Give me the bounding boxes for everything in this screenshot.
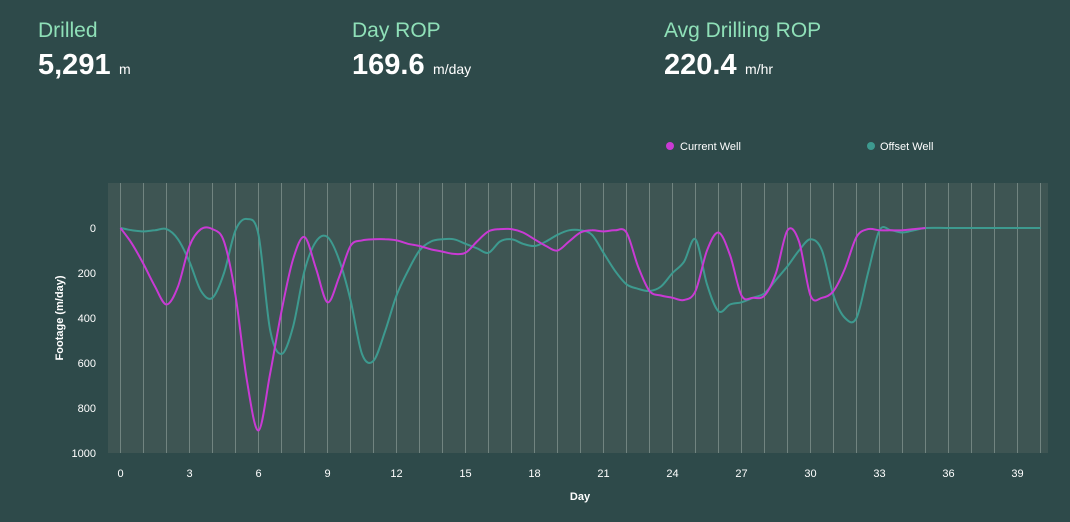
x-tick-label: 39 bbox=[1011, 468, 1023, 480]
x-tick-label: 15 bbox=[459, 468, 471, 480]
x-tick-label: 12 bbox=[390, 468, 402, 480]
y-tick-label: 400 bbox=[78, 313, 96, 325]
footage-chart: Current Well Offset Well 0 3 6 9 12 15 18 21 24 2… bbox=[54, 141, 1048, 503]
x-tick-label: 24 bbox=[666, 468, 678, 480]
x-tick-label: 33 bbox=[873, 468, 885, 480]
x-tick-label: 30 bbox=[804, 468, 816, 480]
legend-item-offset-well[interactable]: Offset Well bbox=[867, 141, 933, 153]
legend-label-current-well: Current Well bbox=[680, 141, 741, 153]
legend-marker-offset-well bbox=[867, 142, 875, 150]
y-axis-title: Footage (m/day) bbox=[54, 275, 66, 360]
legend-item-current-well[interactable]: Current Well bbox=[666, 141, 741, 153]
y-tick-label: 0 bbox=[90, 223, 96, 235]
x-axis-title: Day bbox=[570, 491, 591, 503]
x-tick-label: 6 bbox=[255, 468, 261, 480]
y-tick-label: 1000 bbox=[72, 448, 96, 460]
grid-lines bbox=[120, 183, 1041, 453]
x-tick-label: 9 bbox=[324, 468, 330, 480]
x-tick-label: 0 bbox=[117, 468, 123, 480]
y-tick-label: 800 bbox=[78, 403, 96, 415]
x-tick-label: 21 bbox=[597, 468, 609, 480]
x-tick-label: 18 bbox=[528, 468, 540, 480]
legend-label-offset-well: Offset Well bbox=[880, 141, 933, 153]
y-tick-label: 600 bbox=[78, 358, 96, 370]
chart-legend: Current Well Offset Well bbox=[666, 141, 933, 153]
x-tick-label: 27 bbox=[735, 468, 747, 480]
x-axis-ticks: 0 3 6 9 12 15 18 21 24 27 30 33 36 39 bbox=[117, 468, 1023, 480]
y-tick-label: 200 bbox=[78, 268, 96, 280]
y-axis-ticks: 0 200 400 600 800 1000 bbox=[72, 223, 96, 460]
legend-marker-current-well bbox=[666, 142, 674, 150]
x-tick-label: 36 bbox=[942, 468, 954, 480]
plot-area bbox=[108, 183, 1048, 453]
x-tick-label: 3 bbox=[186, 468, 192, 480]
